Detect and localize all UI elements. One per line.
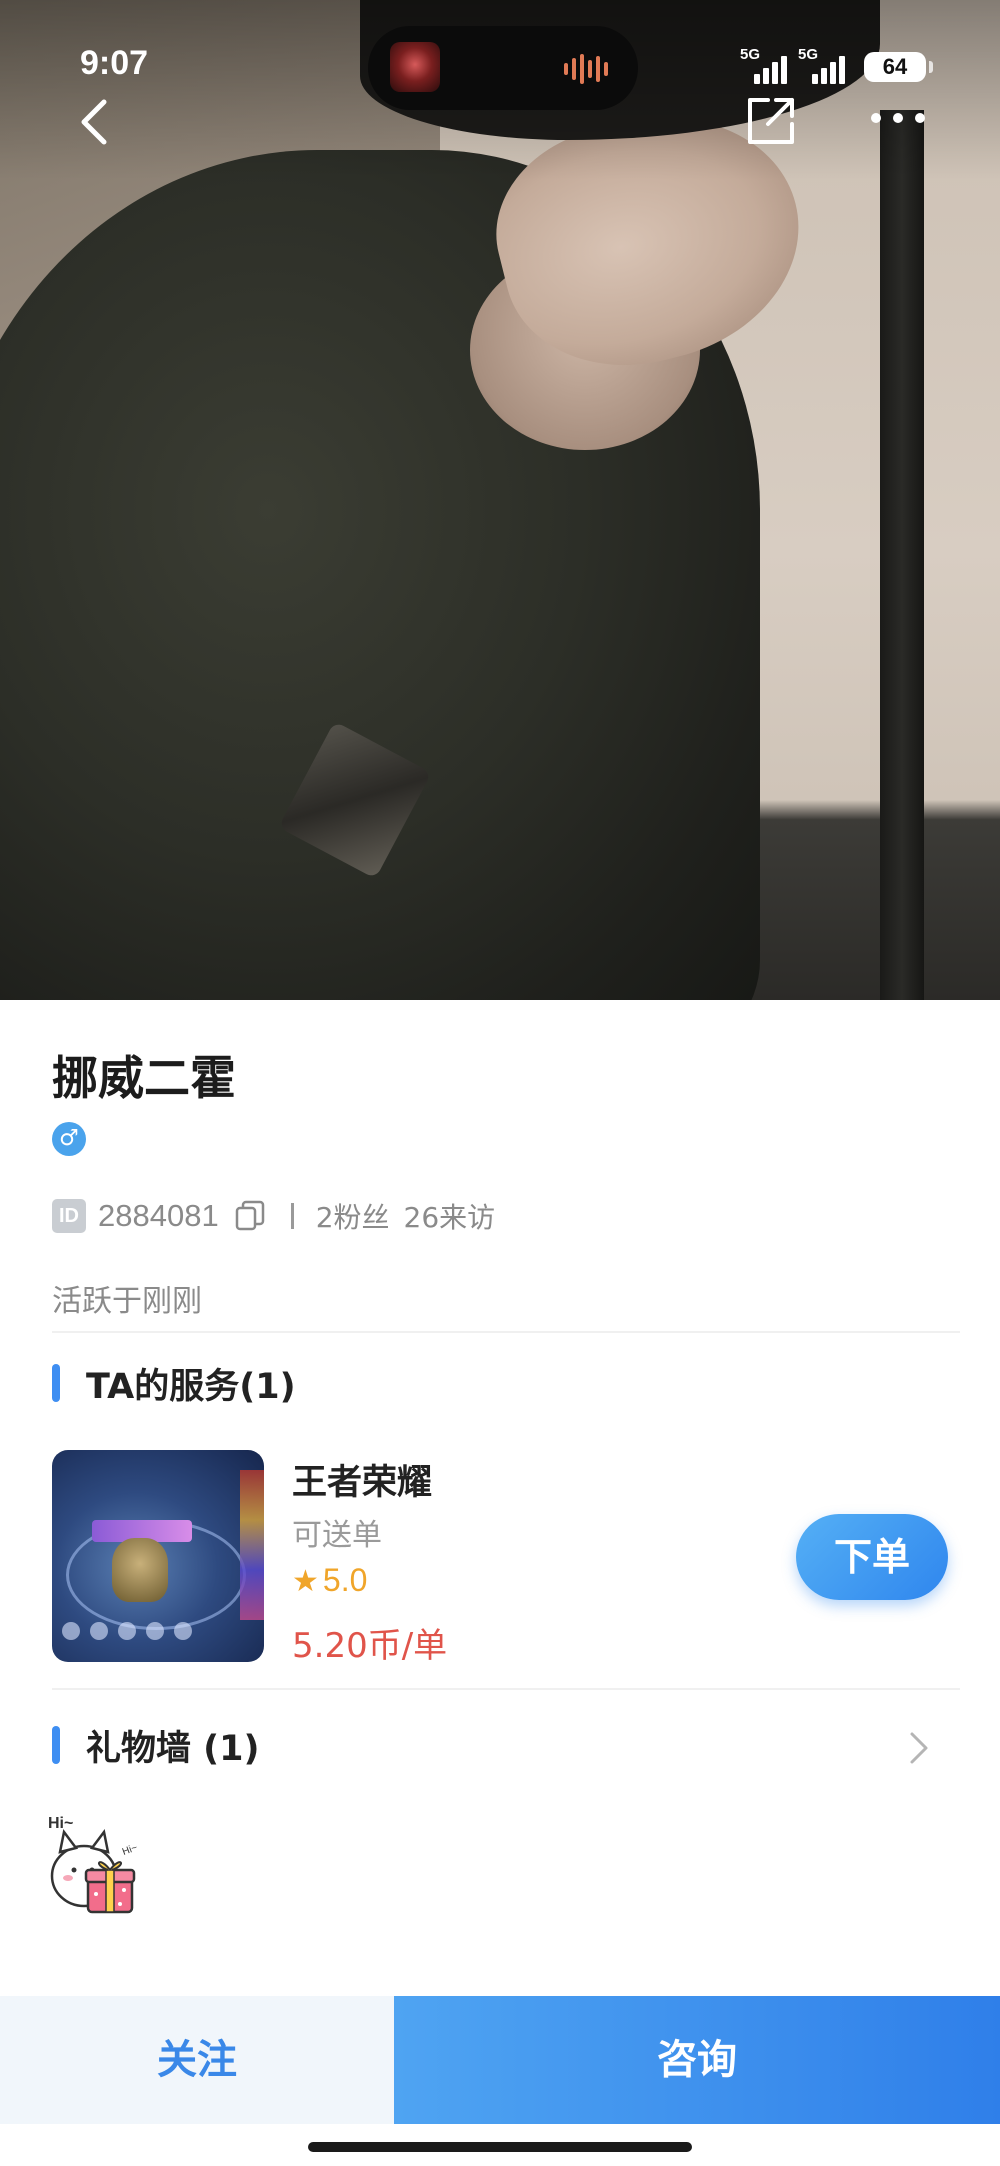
service-price: 5.20币/单 (292, 1626, 448, 1666)
gift-wall-title: 礼物墙 (1) (86, 1728, 260, 1769)
male-gender-icon: ♂ (52, 1122, 86, 1156)
gift-hi-text: Hi~ (48, 1815, 73, 1832)
share-icon (748, 98, 794, 144)
visits-count[interactable]: 26来访 (404, 1196, 496, 1236)
more-options-button[interactable] (868, 92, 928, 152)
profile-name: 挪威二霍 (52, 1051, 236, 1105)
section-divider-2 (52, 1688, 960, 1690)
now-playing-thumbnail (390, 42, 440, 92)
chevron-left-icon (81, 99, 107, 145)
rating-value: 5.0 (322, 1562, 368, 1598)
profile-cover-photo (0, 0, 1000, 1000)
svg-text:Hi~: Hi~ (121, 1842, 139, 1858)
back-button[interactable] (66, 92, 126, 152)
gift-sticker-icon[interactable]: Hi~ Hi~ (46, 1810, 146, 1920)
user-id: 2884081 (98, 1198, 219, 1233)
section-accent-bar-2 (52, 1726, 60, 1764)
services-header: TA的服务(1) (52, 1362, 296, 1407)
consult-button[interactable]: 咨询 (394, 1996, 1000, 2124)
cellular-signal-icon: 5G (740, 46, 804, 84)
bottom-action-bar: 关注 咨询 (0, 1996, 1000, 2124)
more-dots-icon (871, 113, 925, 123)
gift-wall-header[interactable]: 礼物墙 (1) (52, 1724, 260, 1769)
section-divider (52, 1331, 960, 1333)
service-subtitle: 可送单 (292, 1518, 382, 1553)
chevron-right-icon[interactable] (906, 1728, 932, 1768)
status-time: 9:07 (80, 44, 149, 82)
star-icon: ★ (292, 1565, 319, 1598)
share-button[interactable] (740, 92, 800, 152)
id-row: ID 2884081 2粉丝 26来访 (52, 1196, 495, 1236)
services-title: TA的服务(1) (86, 1366, 296, 1407)
service-game-thumbnail[interactable] (52, 1450, 264, 1662)
service-name: 王者荣耀 (292, 1463, 433, 1503)
service-rating: ★ 5.0 (292, 1562, 367, 1599)
section-accent-bar (52, 1364, 60, 1402)
order-button[interactable]: 下单 (796, 1514, 948, 1600)
copy-icon[interactable] (233, 1199, 267, 1233)
dynamic-island[interactable] (368, 26, 638, 110)
fans-count[interactable]: 2粉丝 (316, 1196, 390, 1236)
id-badge: ID (52, 1199, 86, 1233)
status-bar: 9:07 5G 5G 64 (0, 0, 1000, 120)
follow-button[interactable]: 关注 (0, 1996, 394, 2124)
battery-icon: 64 (864, 52, 933, 82)
divider (290, 1203, 294, 1229)
profile-screen: 9:07 5G 5G 64 挪威二霍 ♂ ID 2884081 2粉丝 26来访… (0, 0, 1000, 2166)
active-status: 活跃于刚刚 (52, 1284, 202, 1319)
cellular-signal-icon-2: 5G (798, 46, 862, 84)
home-indicator[interactable] (308, 2142, 692, 2152)
audio-wave-icon (564, 54, 612, 84)
